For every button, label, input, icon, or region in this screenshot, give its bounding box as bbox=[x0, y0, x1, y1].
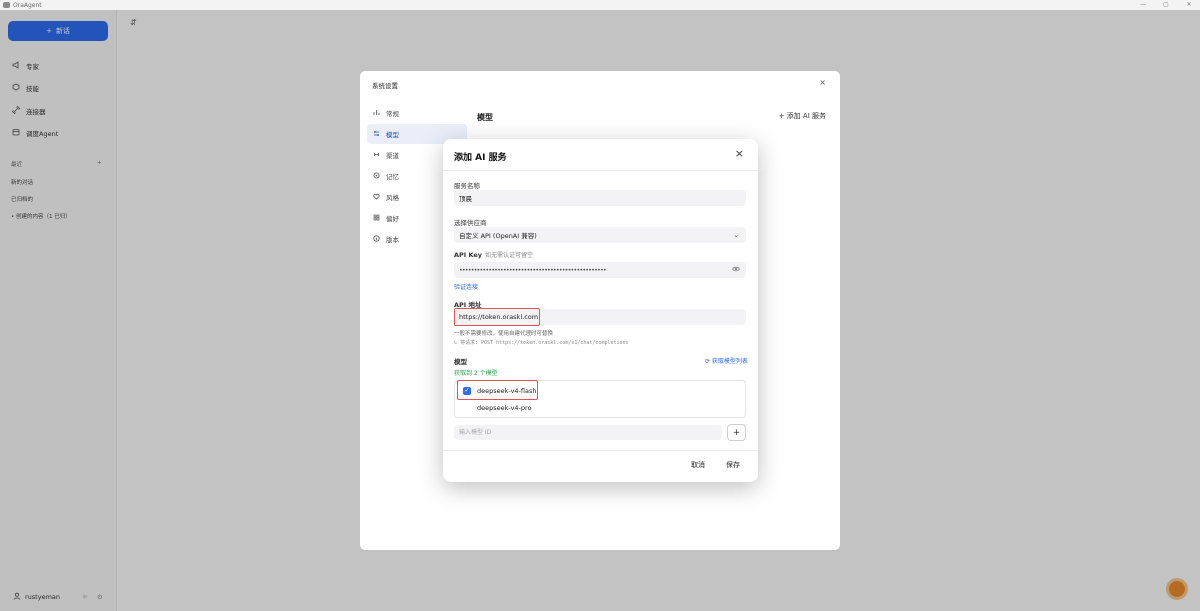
dialog-header-divider bbox=[443, 170, 758, 171]
add-ai-service-dialog: 添加 AI 服务 × 服务名称 顶晨 选择供应商 自定义 API (OpenAI… bbox=[443, 139, 758, 482]
plus-icon: + bbox=[732, 427, 741, 438]
service-name-label: 服务名称 bbox=[454, 182, 480, 190]
api-key-label: API Key 如无需认证可留空 bbox=[454, 250, 533, 259]
models-label: 模型 bbox=[454, 358, 467, 366]
api-url-resolved: ↳ 将请求: POST https://token.oraskl.com/v1/… bbox=[454, 340, 629, 346]
grid-icon bbox=[373, 214, 380, 223]
save-button[interactable]: 保存 bbox=[726, 460, 740, 470]
model-id-input[interactable] bbox=[454, 425, 722, 440]
service-name-input[interactable]: 顶晨 bbox=[454, 190, 746, 206]
checkbox-unchecked-icon[interactable] bbox=[463, 404, 471, 412]
add-ai-service-button[interactable]: + 添加 AI 服务 bbox=[779, 111, 826, 121]
settings-tab-label: 记忆 bbox=[386, 173, 399, 181]
settings-tab-label: 版本 bbox=[386, 236, 399, 244]
chevron-down-icon: ⌄ bbox=[733, 231, 739, 239]
title-bar: OraAgent bbox=[0, 0, 1200, 10]
model-item[interactable]: deepseek-v4-pro bbox=[463, 404, 532, 412]
minimize-button[interactable]: — bbox=[1137, 1, 1149, 8]
settings-tab-label: 常规 bbox=[386, 110, 399, 118]
dialog-footer-divider bbox=[443, 450, 758, 451]
maximize-button[interactable]: ▢ bbox=[1160, 1, 1172, 8]
api-key-label-text: API Key bbox=[454, 251, 483, 259]
provider-label: 选择供应商 bbox=[454, 219, 487, 227]
api-key-input[interactable]: ••••••••••••••••••••••••••••••••••••••••… bbox=[454, 262, 746, 278]
close-window-button[interactable]: ✕ bbox=[1183, 1, 1195, 8]
app-logo-icon bbox=[3, 2, 10, 8]
highlight-api-url bbox=[454, 308, 540, 326]
service-name-value: 顶晨 bbox=[459, 195, 472, 203]
dialog-title: 添加 AI 服务 bbox=[454, 153, 507, 163]
settings-tab-label: 风格 bbox=[386, 194, 399, 202]
add-model-button[interactable]: + bbox=[727, 424, 746, 441]
memory-icon bbox=[373, 172, 380, 181]
connector-icon bbox=[373, 151, 380, 160]
provider-value: 自定义 API (OpenAI 兼容) bbox=[459, 232, 537, 240]
settings-title: 系统设置 bbox=[372, 82, 398, 90]
settings-tab-label: 偏好 bbox=[386, 215, 399, 223]
model-name: deepseek-v4-pro bbox=[477, 404, 532, 412]
api-url-note: 一般不需要修改，使用自建代理时可替换 bbox=[454, 331, 554, 337]
fetch-models-link[interactable]: ⟳ 获取模型列表 bbox=[705, 356, 748, 365]
settings-tab-general[interactable]: 常规 bbox=[367, 103, 467, 123]
close-icon[interactable]: × bbox=[735, 147, 744, 160]
settings-tab-label: 渠道 bbox=[386, 152, 399, 160]
model-icon bbox=[373, 130, 380, 139]
api-key-hint: 如无需认证可留空 bbox=[485, 252, 534, 259]
heart-icon bbox=[373, 193, 380, 202]
settings-close-icon[interactable]: × bbox=[819, 78, 826, 87]
settings-tab-label: 模型 bbox=[386, 131, 399, 139]
info-icon bbox=[373, 234, 380, 244]
api-key-value: ••••••••••••••••••••••••••••••••••••••••… bbox=[459, 266, 607, 274]
cancel-button[interactable]: 取消 bbox=[691, 460, 705, 470]
fetched-models-note: 获取到 2 个模型 bbox=[454, 370, 498, 377]
verify-connection-link[interactable]: 验证连接 bbox=[454, 282, 478, 291]
highlight-selected-model bbox=[457, 380, 538, 400]
eye-icon[interactable] bbox=[732, 266, 740, 274]
settings-page-title: 模型 bbox=[477, 113, 493, 122]
bar-chart-icon bbox=[373, 109, 380, 118]
provider-select[interactable]: 自定义 API (OpenAI 兼容) ⌄ bbox=[454, 227, 746, 243]
window-title: OraAgent bbox=[13, 1, 42, 9]
